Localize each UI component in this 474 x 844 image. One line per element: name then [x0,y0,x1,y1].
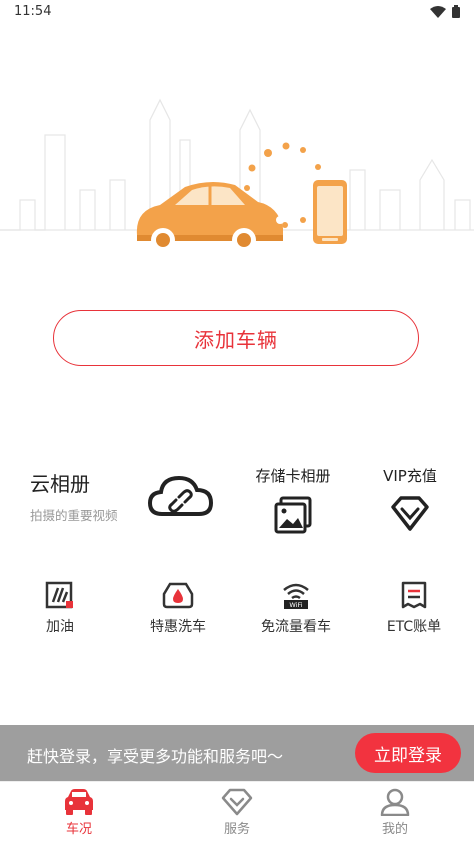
car-icon [65,789,93,815]
hero-illustration [0,98,474,252]
add-car-label: 添加车辆 [194,327,278,352]
quick-etc-bill[interactable]: ETC账单 [354,580,474,636]
diamond-icon [391,496,429,531]
sd-album-card[interactable]: 存储卡相册 [248,465,338,534]
quick-free-data[interactable]: WiFi 免流量看车 [236,580,356,636]
cloud-link-icon[interactable] [148,474,214,518]
quick-etc-bill-label: ETC账单 [386,619,442,635]
status-time: 11:54 [14,4,52,19]
quick-car-wash-label: 特惠洗车 [150,619,206,635]
tab-vehicle-status[interactable]: 车况 [39,788,119,837]
add-car-button[interactable]: 添加车辆 [53,310,419,366]
bill-icon [401,581,427,609]
svg-text:WiFi: WiFi [289,601,302,609]
user-icon [380,788,410,816]
battery-icon [452,5,460,18]
status-icons [430,5,460,18]
fuel-icon [45,581,73,609]
status-bar: 11:54 [0,0,474,26]
tab-profile-label: 我的 [381,822,408,837]
login-button[interactable]: 立即登录 [355,733,461,773]
login-button-label: 立即登录 [374,745,442,766]
login-banner: 赶快登录，享受更多功能和服务吧～ 立即登录 [0,725,474,781]
sd-album-title: 存储卡相册 [255,467,331,485]
login-banner-text: 赶快登录，享受更多功能和服务吧～ [27,747,284,766]
quick-fuel-label: 加油 [46,619,74,635]
bottom-tab-bar: 车况 服务 我的 [0,781,474,844]
vip-title: VIP充值 [383,467,437,485]
quick-actions: 加油 特惠洗车 WiFi 免流量看车 ETC账单 [0,580,474,640]
car-wash-icon [162,582,194,609]
quick-car-wash[interactable]: 特惠洗车 [118,580,238,636]
tab-profile[interactable]: 我的 [355,788,435,837]
wifi-signal-icon [430,5,446,18]
tab-services[interactable]: 服务 [197,788,277,837]
tab-vehicle-status-label: 车况 [65,822,92,837]
tab-services-label: 服务 [223,822,250,837]
quick-fuel[interactable]: 加油 [0,580,120,636]
photo-gallery-icon [274,496,312,534]
wifi-icon: WiFi [283,583,309,609]
diamond-icon [221,788,253,816]
quick-free-data-label: 免流量看车 [261,619,331,635]
vip-card[interactable]: VIP充值 [378,465,442,532]
